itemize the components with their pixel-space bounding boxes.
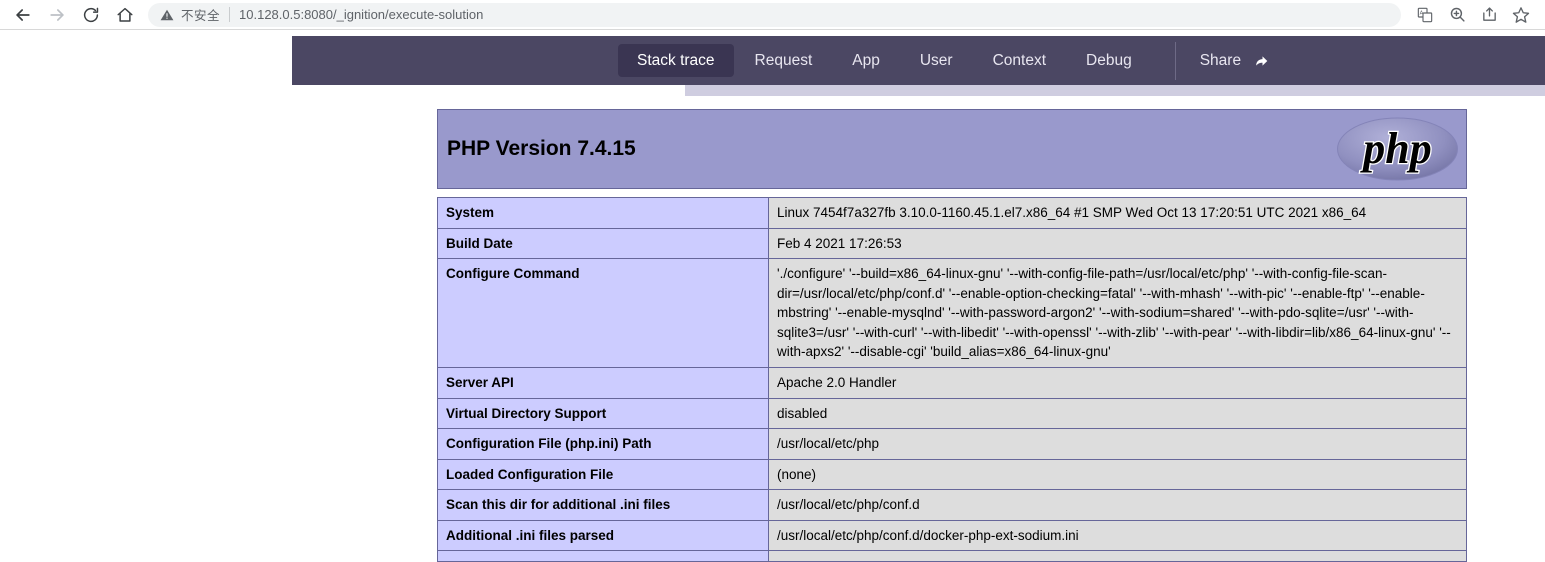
address-bar[interactable]: 不安全 10.128.0.5:8080/_ignition/execute-so… xyxy=(148,2,1401,27)
table-row: Loaded Configuration File (none) xyxy=(437,458,1467,491)
url-text[interactable]: 10.128.0.5:8080/_ignition/execute-soluti… xyxy=(239,7,483,22)
row-key: Scan this dir for additional .ini files xyxy=(437,489,769,521)
table-row: Server API Apache 2.0 Handler xyxy=(437,366,1467,399)
home-icon xyxy=(117,7,133,22)
omnibox-divider xyxy=(229,7,231,22)
phpinfo-table: System Linux 7454f7a327fb 3.10.0-1160.45… xyxy=(437,197,1467,562)
row-key: Additional .ini files parsed xyxy=(437,519,769,552)
tab-user[interactable]: User xyxy=(901,44,972,78)
share-box-icon xyxy=(1482,7,1496,21)
row-value: (none) xyxy=(768,458,1467,491)
share-arrow-icon xyxy=(1253,53,1270,69)
table-row xyxy=(437,550,1467,562)
share-icon[interactable] xyxy=(1473,0,1505,30)
row-key: Build Date xyxy=(437,227,769,260)
home-button[interactable] xyxy=(108,0,142,30)
php-wordmark-text: php xyxy=(1359,124,1431,173)
table-row: System Linux 7454f7a327fb 3.10.0-1160.45… xyxy=(437,197,1467,229)
row-value: Feb 4 2021 17:26:53 xyxy=(768,227,1467,260)
row-value: Linux 7454f7a327fb 3.10.0-1160.45.1.el7.… xyxy=(768,197,1467,229)
svg-text:A: A xyxy=(1420,10,1424,16)
row-key: Loaded Configuration File xyxy=(437,458,769,491)
browser-toolbar: 不安全 10.128.0.5:8080/_ignition/execute-so… xyxy=(0,0,1545,30)
row-key: System xyxy=(437,197,769,229)
star-outline-icon xyxy=(1512,6,1530,23)
arrow-left-icon xyxy=(16,8,30,21)
bookmark-star-icon[interactable] xyxy=(1505,0,1537,30)
row-value: './configure' '--build=x86_64-linux-gnu'… xyxy=(768,258,1467,368)
row-value xyxy=(768,550,1467,562)
row-key xyxy=(437,550,769,562)
tab-debug[interactable]: Debug xyxy=(1067,44,1151,78)
row-value: /usr/local/etc/php xyxy=(768,428,1467,460)
row-value: Apache 2.0 Handler xyxy=(768,366,1467,399)
forward-button[interactable] xyxy=(40,0,74,30)
row-key: Configuration File (php.ini) Path xyxy=(437,428,769,460)
security-status-label: 不安全 xyxy=(181,9,221,23)
warning-triangle-icon xyxy=(160,9,174,20)
curved-arrow-icon xyxy=(1256,55,1268,66)
page-scrollbar-track[interactable] xyxy=(685,85,1545,96)
table-row: Scan this dir for additional .ini files … xyxy=(437,489,1467,521)
php-logo: php xyxy=(1336,117,1459,181)
zoom-icon[interactable] xyxy=(1441,0,1473,30)
phpinfo-header: PHP Version 7.4.15 php xyxy=(437,109,1467,189)
share-button[interactable]: Share xyxy=(1190,44,1280,78)
ignition-nav-bar: Stack trace Request App User Context Deb… xyxy=(292,36,1545,85)
php-logo-icon: php xyxy=(1337,117,1458,181)
magnifier-plus-icon xyxy=(1450,7,1465,22)
row-key: Server API xyxy=(437,366,769,399)
row-value: /usr/local/etc/php/conf.d xyxy=(768,489,1467,521)
ignition-tab-list: Stack trace Request App User Context Deb… xyxy=(618,36,1280,85)
table-row: Virtual Directory Support disabled xyxy=(437,397,1467,430)
share-button-label: Share xyxy=(1199,51,1242,69)
tab-app[interactable]: App xyxy=(833,44,899,78)
row-value: disabled xyxy=(768,397,1467,430)
reload-button[interactable] xyxy=(74,0,108,30)
browser-toolbar-icons: A xyxy=(1409,0,1545,30)
arrow-right-icon xyxy=(50,8,64,21)
tab-request[interactable]: Request xyxy=(736,44,832,78)
row-key: Virtual Directory Support xyxy=(437,397,769,430)
tab-stack-trace[interactable]: Stack trace xyxy=(618,43,734,78)
phpinfo-output: PHP Version 7.4.15 php System Linux 7454… xyxy=(437,109,1467,562)
nav-divider xyxy=(1174,41,1176,80)
row-value: /usr/local/etc/php/conf.d/docker-php-ext… xyxy=(768,519,1467,552)
table-row: Configure Command './configure' '--build… xyxy=(437,258,1467,368)
tab-context[interactable]: Context xyxy=(974,44,1065,78)
table-row: Configuration File (php.ini) Path /usr/l… xyxy=(437,428,1467,460)
translate-glyph-icon: A xyxy=(1417,7,1433,22)
phpinfo-table-body: System Linux 7454f7a327fb 3.10.0-1160.45… xyxy=(437,197,1467,562)
not-secure-warning-icon xyxy=(160,8,174,22)
translate-icon[interactable]: A xyxy=(1409,0,1441,30)
back-button[interactable] xyxy=(6,0,40,30)
row-key: Configure Command xyxy=(437,258,769,368)
reload-icon xyxy=(83,7,99,22)
php-version-title: PHP Version 7.4.15 xyxy=(447,137,636,160)
table-row: Build Date Feb 4 2021 17:26:53 xyxy=(437,227,1467,260)
table-row: Additional .ini files parsed /usr/local/… xyxy=(437,519,1467,552)
